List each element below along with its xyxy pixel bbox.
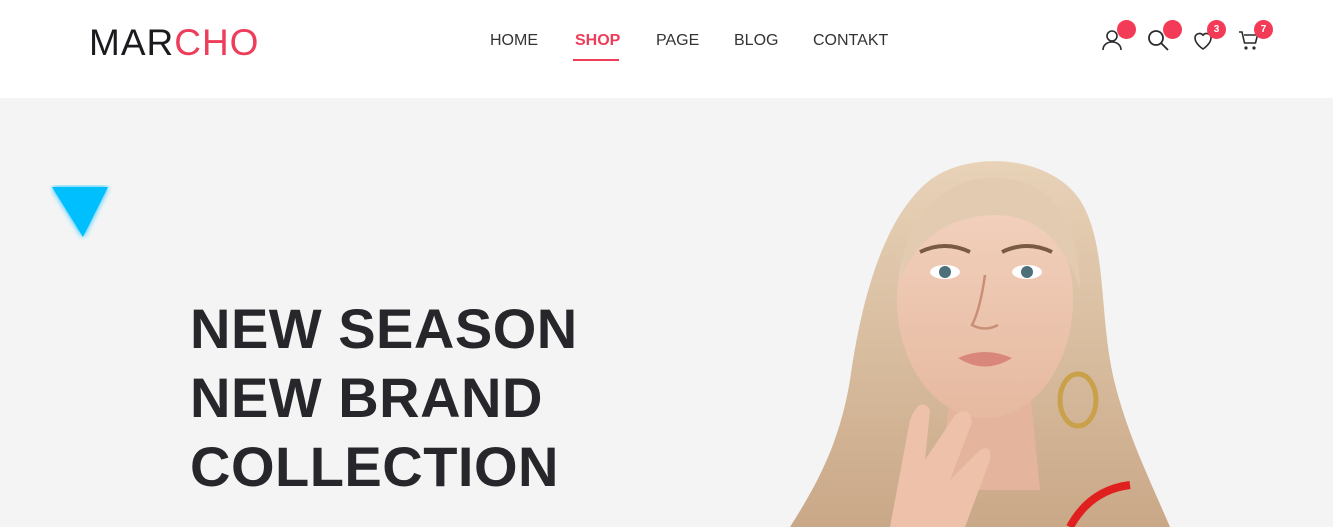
site-logo[interactable]: MARCHO [89,23,259,63]
search-dot-badge [1163,20,1182,39]
search-button[interactable] [1146,20,1182,56]
site-header: MARCHO HOME SHOP PAGE BLOG CONTAKT 3 7 [0,0,1333,98]
nav-item-page[interactable]: PAGE [656,32,699,50]
account-button[interactable] [1100,20,1136,56]
active-nav-underline [573,59,619,61]
hero-model-image [790,161,1170,527]
nav-item-contakt[interactable]: CONTAKT [813,32,888,50]
nav-item-shop[interactable]: SHOP [575,32,620,50]
wishlist-count-badge: 3 [1207,20,1226,39]
wishlist-button[interactable]: 3 [1191,20,1226,56]
hero-line-1: NEW SEASON [190,297,578,360]
hero-banner: NEW SEASON NEW BRAND COLLECTION [0,98,1333,527]
nav-item-blog[interactable]: BLOG [734,32,778,50]
hero-line-2: NEW BRAND [190,366,543,429]
decorative-triangle [52,187,108,237]
cart-button[interactable]: 7 [1237,20,1273,56]
nav-item-home[interactable]: HOME [490,32,538,50]
cart-count-badge: 7 [1254,20,1273,39]
hero-line-3: COLLECTION [190,435,559,498]
logo-text-dark: MAR [89,22,175,63]
hero-headline: NEW SEASON NEW BRAND COLLECTION [190,294,578,501]
account-dot-badge [1117,20,1136,39]
logo-text-accent: CHO [174,22,260,63]
